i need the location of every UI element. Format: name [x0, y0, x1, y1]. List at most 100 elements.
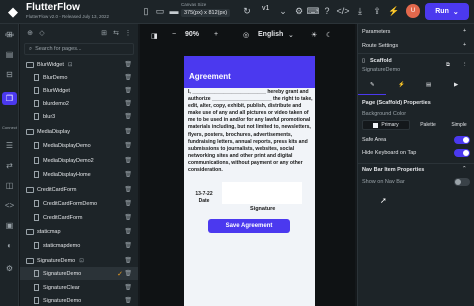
trash-icon[interactable]: 🗑: [124, 214, 132, 221]
page-row[interactable]: MediaDisplayDemo2 🗑: [20, 154, 138, 167]
more-icon[interactable]: ⋮: [122, 27, 134, 39]
ai-icon[interactable]: ◇: [36, 27, 48, 39]
zoom-in-icon[interactable]: +: [214, 31, 218, 38]
pages-icon[interactable]: ▤: [2, 48, 17, 61]
settings-icon[interactable]: ⚙: [2, 262, 17, 275]
page-icon: [34, 142, 39, 149]
add-folder-icon[interactable]: ⊕: [24, 27, 36, 39]
show-nav-bar-toggle[interactable]: [454, 178, 470, 186]
download-icon[interactable]: ⤓: [353, 4, 367, 18]
phone-icon[interactable]: ▯: [139, 4, 153, 18]
app-state-icon[interactable]: ◫: [2, 179, 17, 192]
trash-icon[interactable]: 🗑: [124, 87, 132, 94]
help-icon[interactable]: ?: [320, 4, 334, 18]
save-agreement-button[interactable]: Save Agreement: [208, 219, 290, 233]
copy-icon[interactable]: ⧉: [446, 62, 450, 69]
widget-tree-icon[interactable]: ❐: [2, 92, 17, 105]
version-select[interactable]: v1: [262, 5, 269, 12]
theme-icon[interactable]: ◐: [2, 239, 17, 252]
rotate-icon[interactable]: ↻: [240, 4, 254, 18]
chevron-down-icon[interactable]: ⌄: [276, 4, 290, 18]
trash-icon[interactable]: 🗑: [124, 186, 132, 193]
folder-row[interactable]: BlurWidget ⊡ 🗑: [20, 58, 138, 71]
page-row[interactable]: CreditCardFormDemo 🗑: [20, 197, 138, 210]
run-button[interactable]: Run ⌄: [425, 3, 469, 20]
page-search-input[interactable]: ⌕ Search for pages...: [24, 43, 134, 55]
trash-icon[interactable]: 🗑: [124, 171, 132, 178]
code-icon[interactable]: </>: [336, 4, 350, 18]
page-row[interactable]: BlurWidget 🗑: [20, 84, 138, 97]
add-icon[interactable]: +: [463, 42, 466, 48]
page-row[interactable]: SignatureClear 🗑: [20, 281, 138, 294]
scaffold-icon: ▯: [362, 58, 366, 64]
storyboard-icon[interactable]: ⊟: [2, 68, 17, 81]
page-icon: [34, 214, 39, 221]
play-tab-icon[interactable]: ▶: [454, 82, 458, 88]
toggle-panel-icon[interactable]: ◨: [151, 32, 158, 40]
safe-area-toggle[interactable]: [454, 136, 470, 144]
page-row[interactable]: CreditCardForm 🗑: [20, 211, 138, 224]
canvas-size-field[interactable]: 375(px) x 812(px): [181, 9, 231, 17]
chevron-up-icon[interactable]: ⌃: [462, 166, 467, 172]
dark-mode-icon[interactable]: ☾: [326, 31, 332, 39]
media-icon[interactable]: ▣: [2, 219, 17, 232]
page-properties-heading: Page (Scaffold) Properties: [362, 100, 431, 106]
page-row[interactable]: staticmapdemo 🗑: [20, 239, 138, 252]
collapse-icon[interactable]: ⇆: [110, 27, 122, 39]
share-icon[interactable]: ⇪: [370, 4, 384, 18]
chevron-down-icon[interactable]: ⌄: [288, 31, 294, 39]
route-settings-heading[interactable]: Route Settings: [362, 43, 398, 49]
folder-row[interactable]: staticmap 🗑: [20, 225, 138, 238]
trash-icon[interactable]: 🗑: [124, 284, 132, 291]
custom-code-icon[interactable]: <>: [2, 199, 17, 212]
add-icon[interactable]: +: [463, 28, 466, 34]
trash-icon[interactable]: 🗑: [124, 142, 132, 149]
desktop-icon[interactable]: ▬: [167, 4, 181, 18]
folder-row[interactable]: SignatureDemo ⊡ 🗑: [20, 254, 138, 267]
color-primary-button[interactable]: Primary: [362, 120, 410, 130]
palette-button[interactable]: Palette: [414, 120, 442, 130]
trash-icon[interactable]: 🗑: [124, 200, 132, 207]
lightning-icon[interactable]: ⚡: [387, 4, 401, 18]
page-row[interactable]: MediaDisplayDemo 🗑: [20, 139, 138, 152]
trash-icon[interactable]: 🗑: [124, 270, 132, 277]
page-row[interactable]: blurdemo2 🗑: [20, 97, 138, 110]
folder-row[interactable]: MediaDisplay 🗑: [20, 125, 138, 138]
api-icon[interactable]: ⇄: [2, 159, 17, 172]
trash-icon[interactable]: 🗑: [124, 228, 132, 235]
trash-icon[interactable]: 🗑: [124, 297, 132, 304]
more-icon[interactable]: ⋮: [462, 62, 468, 68]
actions-tab-icon[interactable]: ⚡: [398, 82, 405, 88]
globe-icon[interactable]: ◎: [243, 31, 249, 39]
trash-icon[interactable]: 🗑: [124, 61, 132, 68]
run-label: Run: [435, 8, 449, 15]
page-row[interactable]: SignatureDemo 🗑: [20, 294, 138, 306]
add-page-icon[interactable]: ⊞: [98, 27, 110, 39]
properties-tab-icon[interactable]: ✎: [370, 82, 375, 88]
keyboard-icon[interactable]: ⌨: [306, 4, 320, 18]
avatar[interactable]: U: [406, 4, 420, 18]
page-row[interactable]: MediaDisplayHome 🗑: [20, 168, 138, 181]
light-mode-icon[interactable]: ☀: [311, 31, 317, 39]
folder-row[interactable]: CreditCardForm 🗑: [20, 183, 138, 196]
signature-pad[interactable]: [222, 182, 302, 204]
trash-icon[interactable]: 🗑: [124, 257, 132, 264]
zoom-out-icon[interactable]: −: [172, 31, 176, 38]
backend-tab-icon[interactable]: ▤: [426, 82, 431, 88]
hide-keyboard-toggle[interactable]: [454, 149, 470, 157]
trash-icon[interactable]: 🗑: [124, 113, 132, 120]
language-select[interactable]: English: [258, 31, 283, 38]
page-row-selected[interactable]: SignatureDemo ✓ 🗑: [20, 267, 138, 280]
parameters-heading[interactable]: Parameters: [362, 29, 390, 35]
trash-icon[interactable]: 🗑: [124, 242, 132, 249]
trash-icon[interactable]: 🗑: [124, 128, 132, 135]
page-row[interactable]: blur3 🗑: [20, 110, 138, 123]
tablet-icon[interactable]: ▭: [153, 4, 167, 18]
settings-icon[interactable]: ⚙: [292, 4, 306, 18]
trash-icon[interactable]: 🗑: [124, 100, 132, 107]
trash-icon[interactable]: 🗑: [124, 74, 132, 81]
trash-icon[interactable]: 🗑: [124, 157, 132, 164]
page-row[interactable]: BlurDemo 🗑: [20, 71, 138, 84]
simple-button[interactable]: Simple: [446, 120, 472, 130]
database-icon[interactable]: ☰: [2, 139, 17, 152]
